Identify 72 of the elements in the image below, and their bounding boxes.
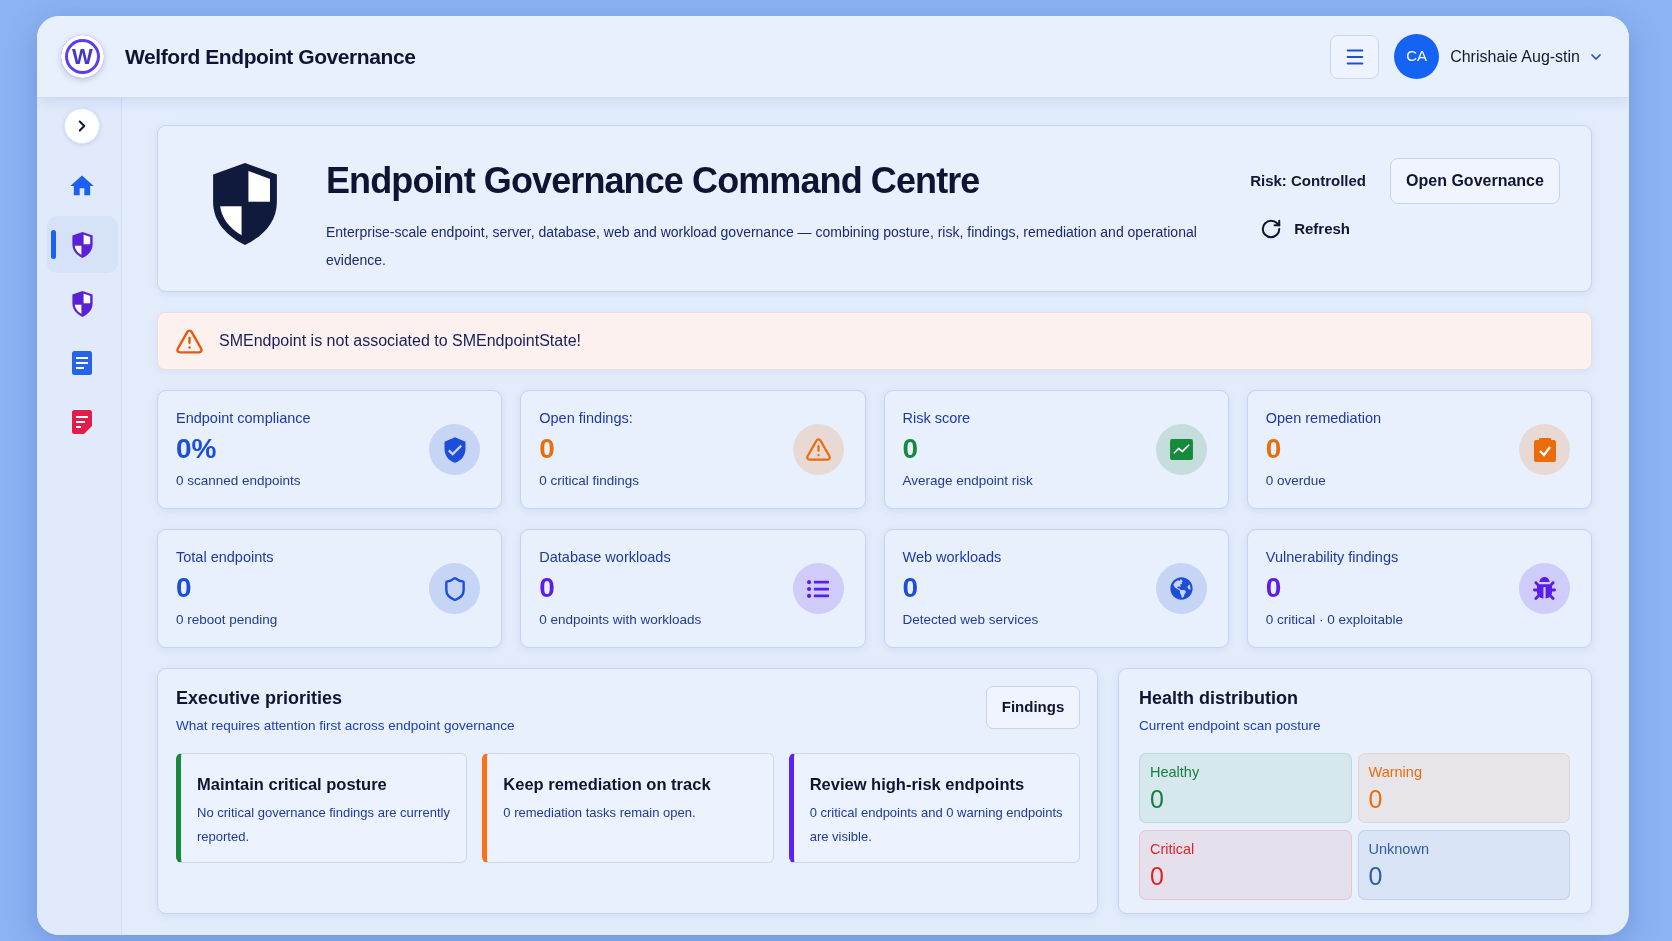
shield-icon [211,163,279,245]
stat-detail: 0 critical findings [539,472,641,490]
stat-value: 0 [539,572,556,604]
stat-detail: 0 scanned endpoints [176,472,302,490]
stat-label: Endpoint compliance [176,409,312,428]
priority-text: 0 remediation tasks remain open. [503,804,697,822]
health-value: 0 [1150,861,1165,891]
sidebar-item[interactable] [46,216,118,273]
list-icon [792,563,844,614]
page-description: Enterprise-scale endpoint, server, database, web and workload governance — combining posture, risk, findings, remediation and operational evidence. [326,223,1198,270]
priority-text: 0 critical endpoints and 0 warning endpoints are visible. [809,804,1064,846]
report-icon [72,409,92,434]
menu-button[interactable] [1330,34,1380,79]
health-value: 0 [1368,861,1384,891]
stat-value: 0 [902,572,920,604]
panel-subtitle: Current endpoint scan posture [1139,717,1322,735]
stat-label: Open remediation [1265,409,1382,428]
logo: W [61,35,104,78]
stat-label: Open findings: [539,409,634,428]
stat-detail: Detected web services [902,611,1040,629]
health-label: Critical [1150,840,1196,858]
panel-title: Executive priorities [176,687,344,710]
alert-message: SMEndpoint is not associated to SMEndpointState! [219,331,581,351]
active-indicator [50,230,56,259]
shield-icon [71,231,93,258]
priority-title: Maintain critical posture [197,774,388,795]
stat-label: Database workloads [539,548,672,567]
shield-check-icon [429,424,481,475]
panel-subtitle: What requires attention first across endpoint governance [176,717,515,735]
chart-icon [1155,424,1207,475]
page-title: Endpoint Governance Command Centre [326,161,981,201]
globe-icon [1155,563,1207,614]
panel-title: Health distribution [1139,687,1299,710]
stat-detail: 0 reboot pending [176,611,279,629]
stat-value: 0 [539,433,556,465]
avatar[interactable]: CA [1394,34,1440,79]
stat-detail: Average endpoint risk [902,472,1034,490]
health-label: Unknown [1368,840,1430,858]
shield-icon [429,563,481,614]
health-label: Healthy [1150,763,1201,781]
clipboard-check-icon [1519,424,1570,475]
stat-value: 0 [1265,572,1283,604]
priority-title: Keep remediation on track [503,774,712,795]
stat-detail: 0 critical · 0 exploitable [1265,611,1405,629]
health-label: Warning [1368,763,1423,781]
stat-label: Risk score [902,409,972,428]
stat-value: 0% [176,433,218,465]
document-icon [72,350,92,375]
user-name[interactable]: Chrishaie Aug-stin [1450,44,1580,69]
health-value: 0 [1368,784,1384,814]
stat-label: Total endpoints [176,548,275,567]
findings-button[interactable]: Findings [986,686,1080,729]
open-governance-button[interactable]: Open Governance [1390,158,1560,204]
stat-label: Web workloads [902,548,1003,567]
warning-icon [175,326,204,356]
stat-label: Vulnerability findings [1265,548,1400,567]
stat-detail: 0 overdue [1265,472,1327,490]
bug-icon [1519,563,1570,614]
refresh-icon [1260,218,1283,241]
stat-detail: 0 endpoints with workloads [539,611,703,629]
warning-icon [792,424,844,475]
priority-title: Review high-risk endpoints [809,774,1026,795]
app-title: Welford Endpoint Governance [125,43,416,70]
stat-value: 0 [902,433,920,465]
stat-value: 0 [1265,433,1283,465]
stat-value: 0 [176,572,193,604]
priority-text: No critical governance findings are currently reported. [197,804,451,846]
health-value: 0 [1150,784,1165,814]
risk-status: Risk: Controlled [1250,170,1366,191]
shield-icon [71,290,93,317]
expand-button[interactable] [64,108,100,144]
refresh-button[interactable]: Refresh [1260,218,1350,241]
